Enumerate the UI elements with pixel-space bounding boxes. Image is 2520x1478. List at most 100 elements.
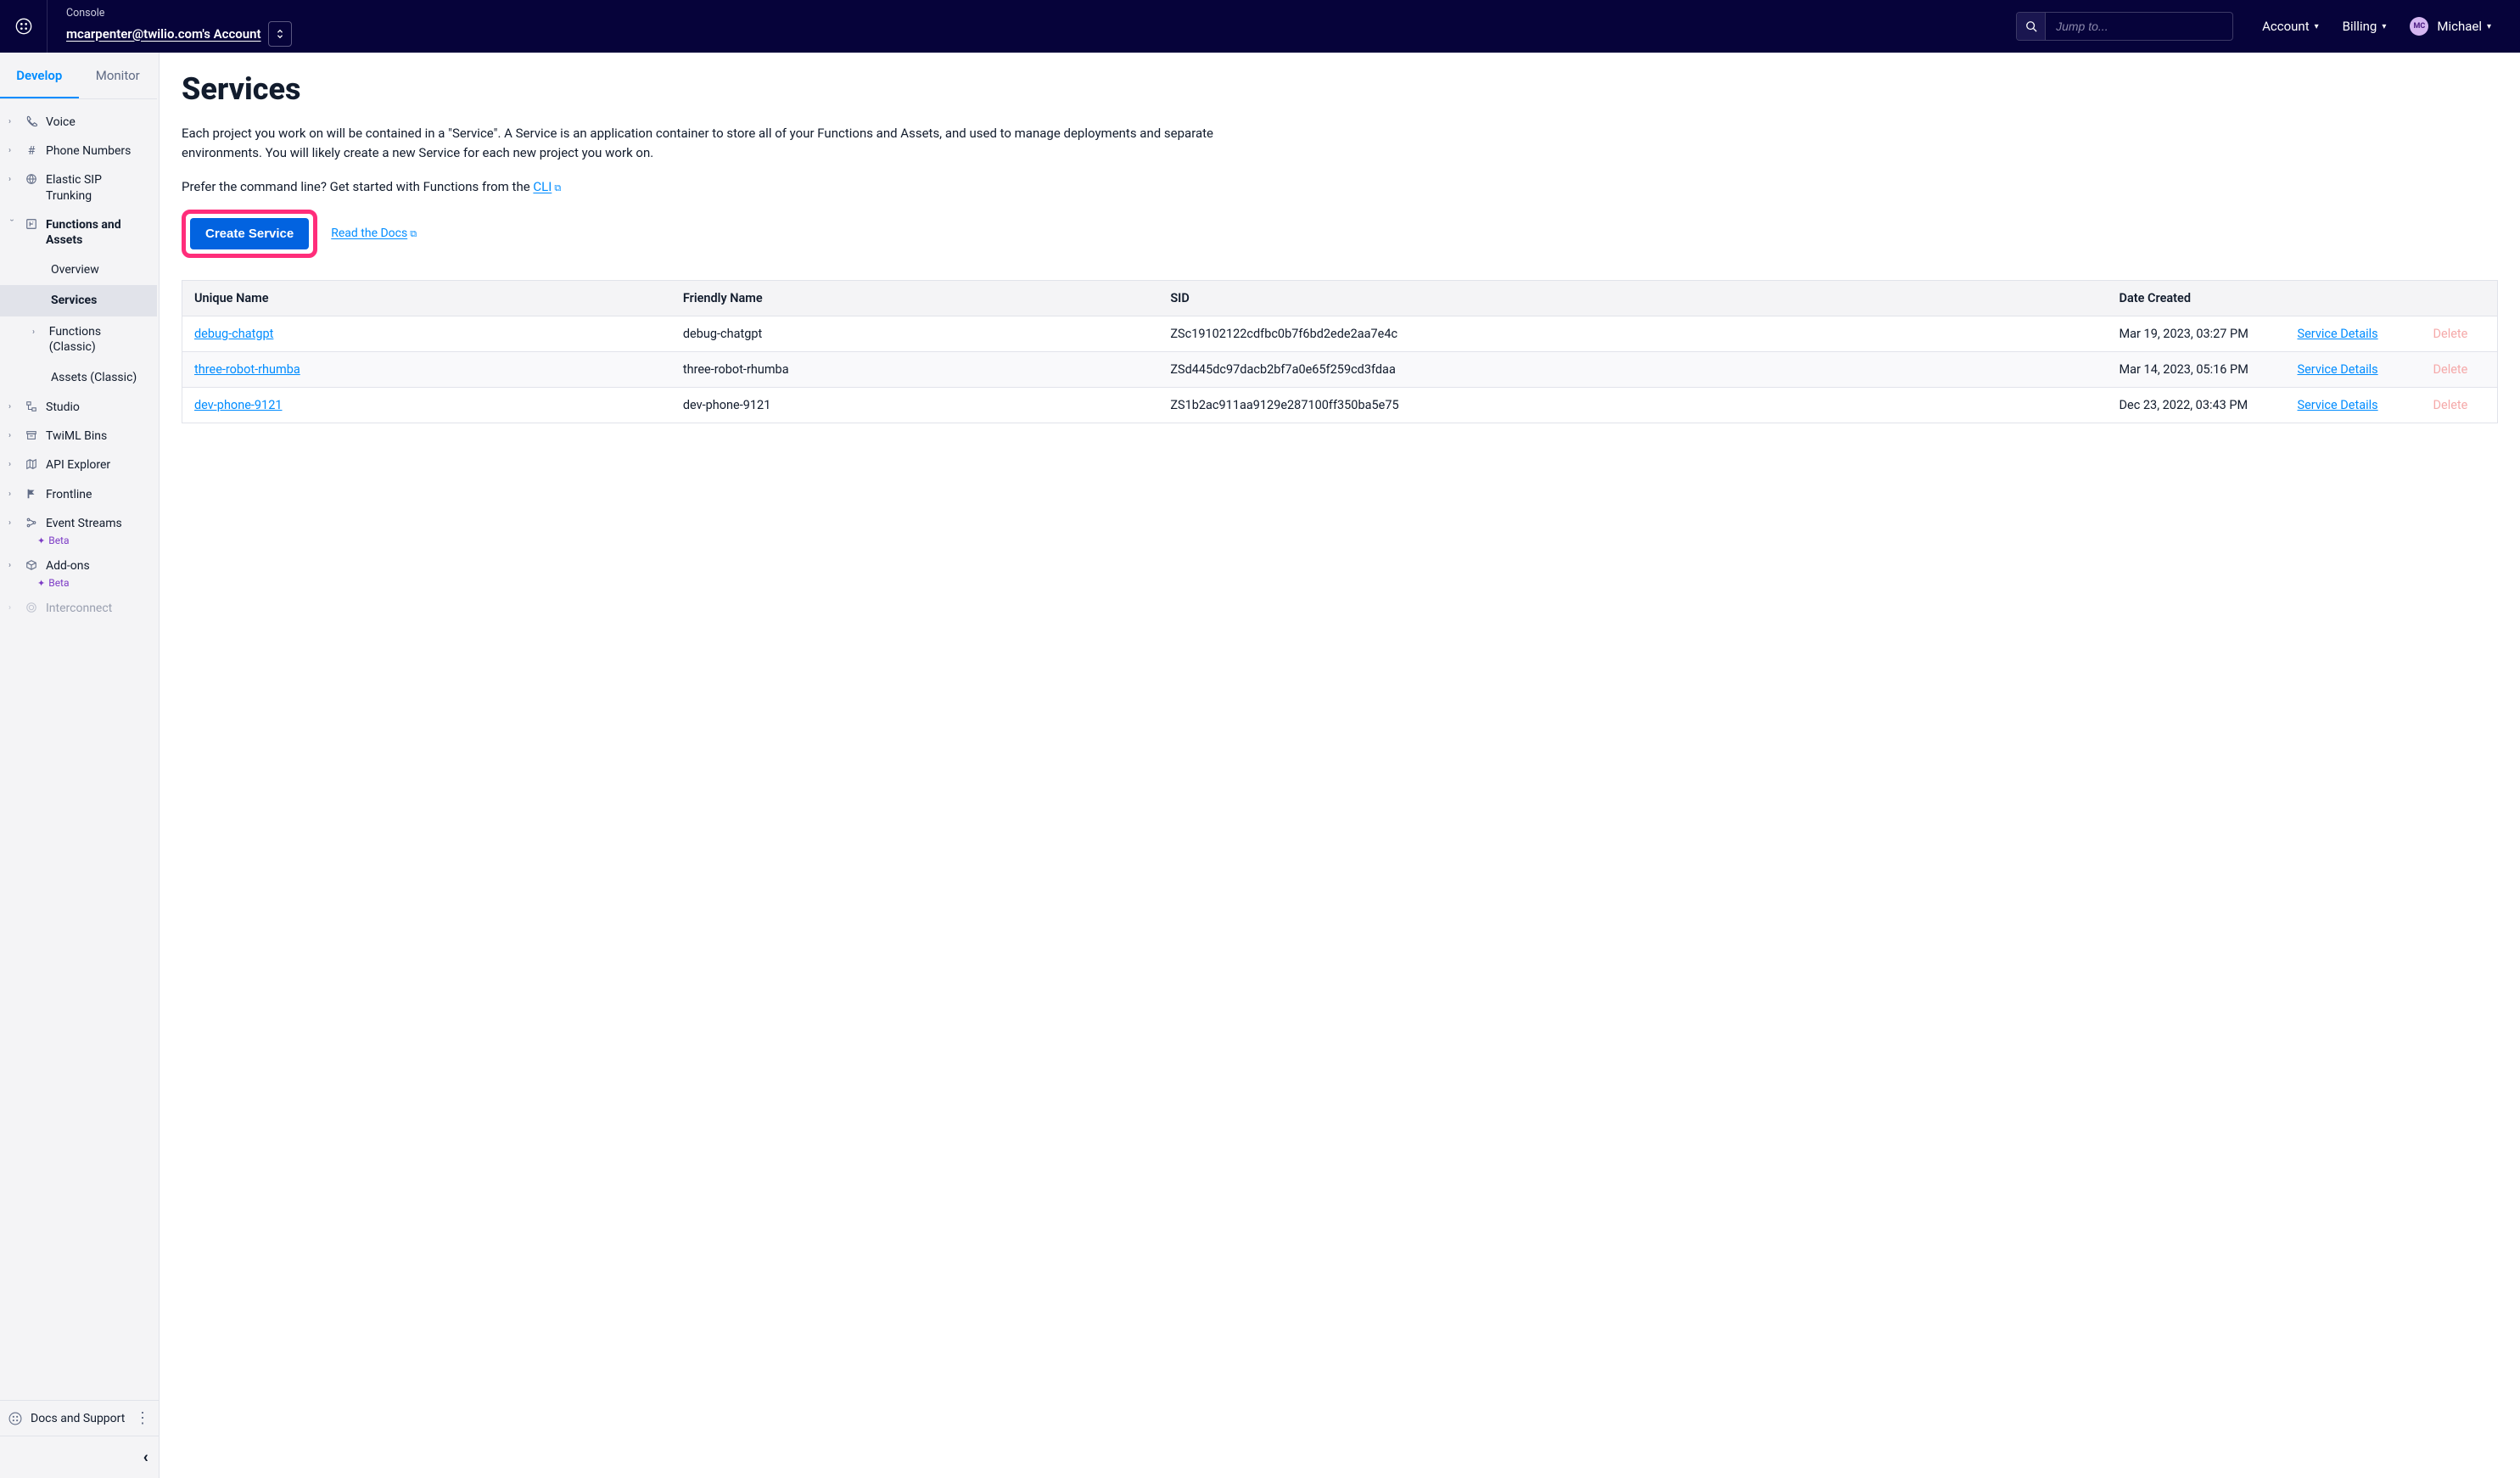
console-label: Console	[66, 7, 292, 20]
tab-develop[interactable]: Develop	[0, 53, 79, 98]
service-date: Dec 23, 2022, 03:43 PM	[2108, 387, 2286, 423]
service-sid: ZSc19102122cdfbc0b7f6bd2ede2aa7e4c	[1158, 316, 2107, 351]
sidebar-item-interconnect[interactable]: › Interconnect	[0, 594, 157, 623]
chevron-right-icon: ›	[8, 457, 17, 469]
delete-link[interactable]: Delete	[2433, 398, 2468, 412]
service-details-link[interactable]: Service Details	[2298, 327, 2378, 341]
sidebar-sub-assets-classic[interactable]: Assets (Classic)	[0, 362, 157, 393]
user-name: Michael	[2437, 19, 2482, 34]
user-menu[interactable]: MC Michael ▾	[2410, 17, 2491, 36]
service-unique-link[interactable]: dev-phone-9121	[194, 398, 283, 412]
account-selector: Console mcarpenter@twilio.com's Account	[48, 7, 292, 47]
service-sid: ZS1b2ac911aa9129e287100ff350ba5e75	[1158, 387, 2107, 423]
chevron-down-icon: ▾	[2382, 22, 2386, 31]
page-description: Each project you work on will be contain…	[182, 124, 1251, 164]
archive-icon	[24, 428, 39, 441]
delete-link[interactable]: Delete	[2433, 362, 2468, 377]
service-date: Mar 19, 2023, 03:27 PM	[2108, 316, 2286, 351]
service-friendly: dev-phone-9121	[671, 387, 1158, 423]
phone-icon	[24, 115, 39, 127]
hash-icon: #	[24, 143, 39, 158]
sidebar-item-elastic-sip[interactable]: › Elastic SIP Trunking	[0, 165, 157, 210]
table-row: three-robot-rhumbathree-robot-rhumbaZSd4…	[182, 351, 2498, 387]
service-unique-link[interactable]: three-robot-rhumba	[194, 362, 300, 377]
service-unique-link[interactable]: debug-chatgpt	[194, 327, 273, 341]
account-switch-button[interactable]	[268, 21, 292, 47]
read-docs-link[interactable]: Read the Docs⧉	[331, 227, 417, 240]
main-content: Services Each project you work on will b…	[160, 53, 2520, 1478]
sidebar-item-frontline[interactable]: › Frontline	[0, 480, 157, 509]
delete-link[interactable]: Delete	[2433, 327, 2468, 341]
sidebar-item-event-streams[interactable]: › Event Streams	[0, 509, 157, 538]
avatar: MC	[2410, 17, 2428, 36]
services-table: Unique Name Friendly Name SID Date Creat…	[182, 280, 2498, 423]
service-friendly: debug-chatgpt	[671, 316, 1158, 351]
service-details-link[interactable]: Service Details	[2298, 362, 2378, 377]
table-row: dev-phone-9121dev-phone-9121ZS1b2ac911aa…	[182, 387, 2498, 423]
chevron-right-icon: ›	[32, 324, 42, 355]
service-sid: ZSd445dc97dacb2bf7a0e65f259cd3fdaa	[1158, 351, 2107, 387]
search-box	[2016, 12, 2233, 41]
chevron-right-icon: ›	[8, 400, 17, 411]
chevron-down-icon: ›	[7, 219, 19, 227]
more-menu-icon[interactable]: ⋮	[135, 1409, 150, 1427]
globe-icon	[24, 172, 39, 185]
chevron-right-icon: ›	[8, 143, 17, 155]
beta-badge: Beta	[37, 535, 157, 546]
sidebar-item-twiml-bins[interactable]: › TwiML Bins	[0, 422, 157, 451]
page-title: Services	[182, 71, 2498, 107]
billing-menu-label: Billing	[2343, 19, 2377, 34]
studio-icon	[24, 400, 39, 412]
service-date: Mar 14, 2023, 05:16 PM	[2108, 351, 2286, 387]
col-header-date: Date Created	[2108, 280, 2286, 316]
chevron-right-icon: ›	[8, 428, 17, 440]
col-header-unique: Unique Name	[182, 280, 671, 316]
sidebar-item-addons[interactable]: › Add-ons	[0, 551, 157, 580]
sidebar-item-phone-numbers[interactable]: › # Phone Numbers	[0, 137, 157, 165]
highlight-annotation: Create Service	[182, 210, 317, 258]
streams-icon	[24, 516, 39, 529]
cli-text: Prefer the command line? Get started wit…	[182, 179, 2498, 194]
sidebar-item-studio[interactable]: › Studio	[0, 393, 157, 422]
sidebar-item-voice[interactable]: › Voice	[0, 108, 157, 137]
account-menu-label: Account	[2262, 19, 2310, 34]
sidebar-sub-overview[interactable]: Overview	[0, 255, 157, 285]
topbar: Console mcarpenter@twilio.com's Account …	[0, 0, 2520, 53]
collapse-bar: ‹‹	[0, 1436, 159, 1478]
search-icon[interactable]	[2017, 13, 2046, 40]
docs-support-link[interactable]: Docs and Support	[8, 1412, 125, 1425]
twilio-logo-icon[interactable]	[0, 0, 48, 53]
chevron-right-icon: ›	[8, 115, 17, 126]
cube-icon	[24, 558, 39, 571]
service-details-link[interactable]: Service Details	[2298, 398, 2378, 412]
billing-menu[interactable]: Billing ▾	[2343, 19, 2387, 34]
create-service-button[interactable]: Create Service	[190, 218, 309, 249]
function-icon	[24, 217, 39, 230]
chevron-down-icon: ▾	[2315, 22, 2319, 31]
chevron-right-icon: ›	[8, 487, 17, 499]
chevron-right-icon: ›	[8, 601, 17, 613]
sidebar-item-functions-assets[interactable]: › Functions and Assets	[0, 210, 157, 255]
sidebar-item-api-explorer[interactable]: › API Explorer	[0, 451, 157, 479]
beta-badge: Beta	[37, 577, 157, 589]
search-input[interactable]	[2046, 13, 2232, 40]
tab-monitor[interactable]: Monitor	[79, 53, 158, 98]
sidebar: Develop Monitor › Voice › # Phone Number…	[0, 53, 160, 1478]
col-header-friendly: Friendly Name	[671, 280, 1158, 316]
sidebar-tabs: Develop Monitor	[0, 53, 157, 99]
sidebar-sub-functions-classic[interactable]: › Functions (Classic)	[0, 316, 157, 362]
sidebar-footer: Docs and Support ⋮	[0, 1400, 159, 1436]
chevron-right-icon: ›	[8, 172, 17, 184]
chevron-down-icon: ▾	[2487, 22, 2491, 31]
external-link-icon: ⧉	[410, 228, 417, 240]
table-row: debug-chatgptdebug-chatgptZSc19102122cdf…	[182, 316, 2498, 351]
account-menu[interactable]: Account ▾	[2262, 19, 2319, 34]
col-header-sid: SID	[1158, 280, 2107, 316]
cli-link[interactable]: CLI⧉	[533, 179, 561, 194]
account-name-link[interactable]: mcarpenter@twilio.com's Account	[66, 26, 261, 42]
sidebar-sub-services[interactable]: Services	[0, 285, 157, 316]
map-icon	[24, 457, 39, 470]
target-icon	[24, 601, 39, 613]
chevron-right-icon: ›	[8, 516, 17, 528]
service-friendly: three-robot-rhumba	[671, 351, 1158, 387]
